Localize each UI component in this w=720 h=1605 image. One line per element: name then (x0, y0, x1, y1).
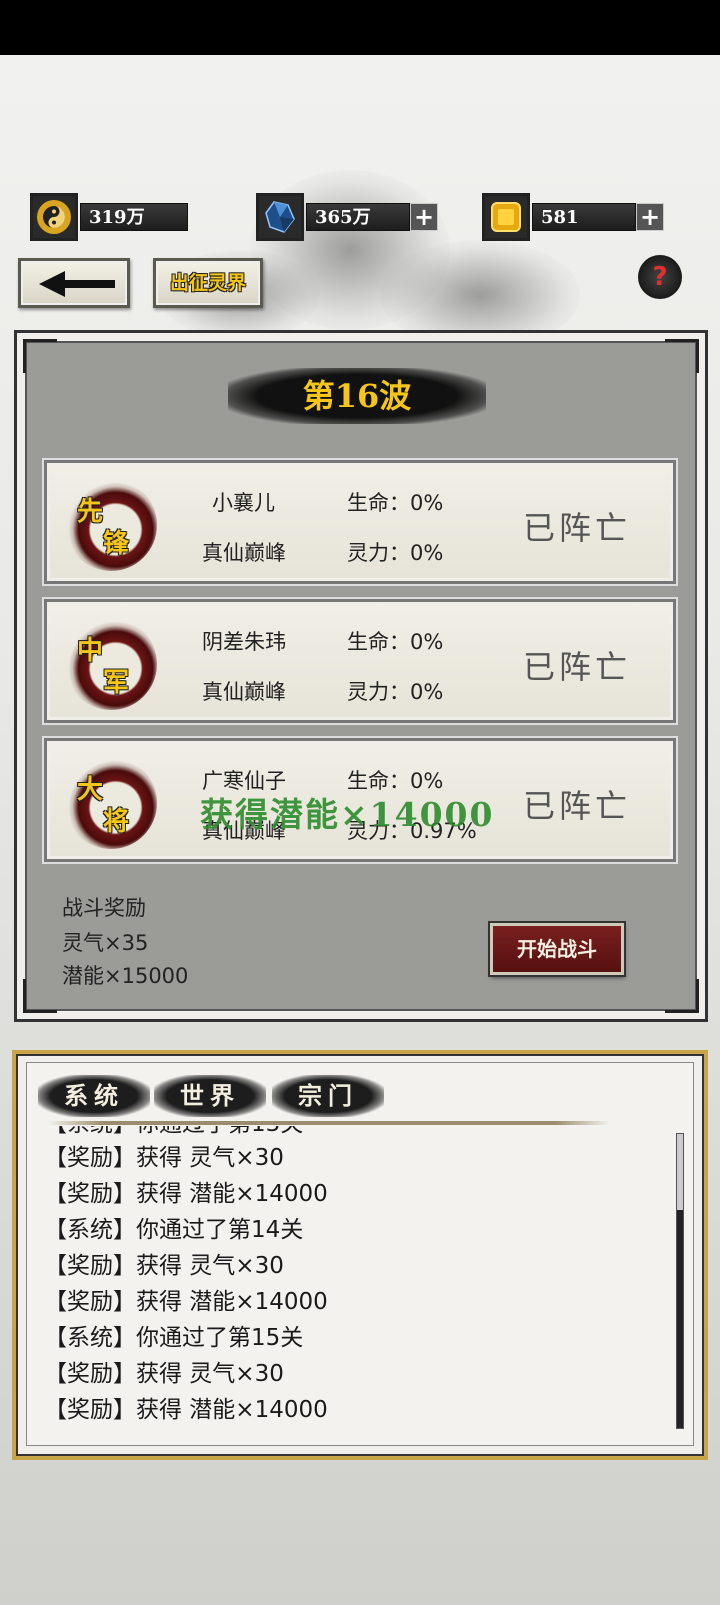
enemy-card-center: 中 军 阴差朱玮 真仙巅峰 生命：0% 灵力：0% 已阵亡 (44, 599, 676, 723)
realm-expedition-button[interactable]: 出征灵界 (153, 258, 263, 308)
crystal-icon (256, 193, 304, 241)
badge-char: 大 (77, 775, 104, 805)
log-line: 【奖励】获得 潜能×14000 (44, 1397, 328, 1423)
enemy-status: 已阵亡 (523, 648, 632, 686)
log-line: 【系统】你通过了第14关 (44, 1217, 304, 1243)
enemy-name: 小襄儿 (212, 491, 275, 515)
chat-scrollbar-thumb[interactable] (677, 1210, 683, 1428)
center-army-badge: 中 军 (65, 618, 157, 710)
enemy-rank: 真仙巅峰 (202, 680, 286, 704)
general-badge: 大 将 (65, 757, 157, 849)
currency-crystal: 365万 + (256, 193, 440, 241)
corner-ornament (665, 979, 699, 1013)
enemy-status: 已阵亡 (523, 509, 632, 547)
currency-value: 581 (532, 203, 636, 231)
currency-spirit: 319万 (30, 193, 188, 241)
arrow-left-icon (39, 271, 115, 297)
tab-sect[interactable]: 宗门 (272, 1075, 384, 1117)
tab-divider (48, 1121, 610, 1125)
badge-char: 先 (77, 497, 104, 527)
corner-ornament (23, 979, 57, 1013)
log-line: 【系统】你通过了第13关 (44, 1126, 303, 1138)
vanguard-badge: 先 锋 (65, 479, 157, 571)
reward-item: 潜能×15000 (62, 964, 189, 988)
reward-title: 战斗奖励 (62, 896, 146, 920)
start-battle-button[interactable]: 开始战斗 (490, 923, 624, 975)
log-line: 【奖励】获得 潜能×14000 (44, 1181, 328, 1207)
enemy-hp: 生命：0% (347, 491, 444, 515)
currency-gold: 581 + (482, 193, 666, 241)
badge-char: 军 (103, 668, 130, 698)
log-line: 【奖励】获得 潜能×14000 (44, 1289, 328, 1315)
badge-char: 将 (103, 807, 130, 837)
add-crystal-button[interactable]: + (410, 203, 438, 231)
status-bar (0, 0, 720, 55)
currency-value: 319万 (80, 203, 188, 231)
reward-item: 灵气×35 (62, 931, 149, 955)
enemy-mp: 灵力：0% (347, 541, 444, 565)
back-button[interactable] (18, 258, 130, 308)
enemy-name: 阴差朱玮 (202, 630, 286, 654)
badge-char: 中 (77, 636, 104, 666)
tab-world[interactable]: 世界 (154, 1075, 266, 1117)
corner-ornament (665, 339, 699, 373)
tab-system[interactable]: 系统 (38, 1075, 150, 1117)
gold-ingot-icon (482, 193, 530, 241)
log-line: 【奖励】获得 灵气×30 (44, 1361, 284, 1387)
enemy-mp: 灵力：0% (347, 680, 444, 704)
corner-ornament (23, 339, 57, 373)
log-line: 【奖励】获得 灵气×30 (44, 1145, 284, 1171)
floating-reward-text: 获得潜能×14000 (200, 795, 495, 834)
help-button[interactable]: ? (638, 255, 682, 299)
log-line: 【系统】你通过了第15关 (44, 1325, 304, 1351)
enemy-hp: 生命：0% (347, 630, 444, 654)
badge-char: 锋 (103, 529, 130, 559)
currency-value: 365万 (306, 203, 410, 231)
add-gold-button[interactable]: + (636, 203, 664, 231)
yin-yang-icon (30, 193, 78, 241)
chat-log[interactable]: 【系统】你通过了第13关 【奖励】获得 灵气×30 【奖励】获得 潜能×1400… (30, 1126, 670, 1446)
log-line: 【奖励】获得 灵气×30 (44, 1253, 284, 1279)
wave-title: 第16波 (228, 368, 486, 424)
enemy-rank: 真仙巅峰 (202, 541, 286, 565)
enemy-status: 已阵亡 (523, 787, 632, 825)
enemy-card-vanguard: 先 锋 小襄儿 真仙巅峰 生命：0% 灵力：0% 已阵亡 (44, 460, 676, 584)
